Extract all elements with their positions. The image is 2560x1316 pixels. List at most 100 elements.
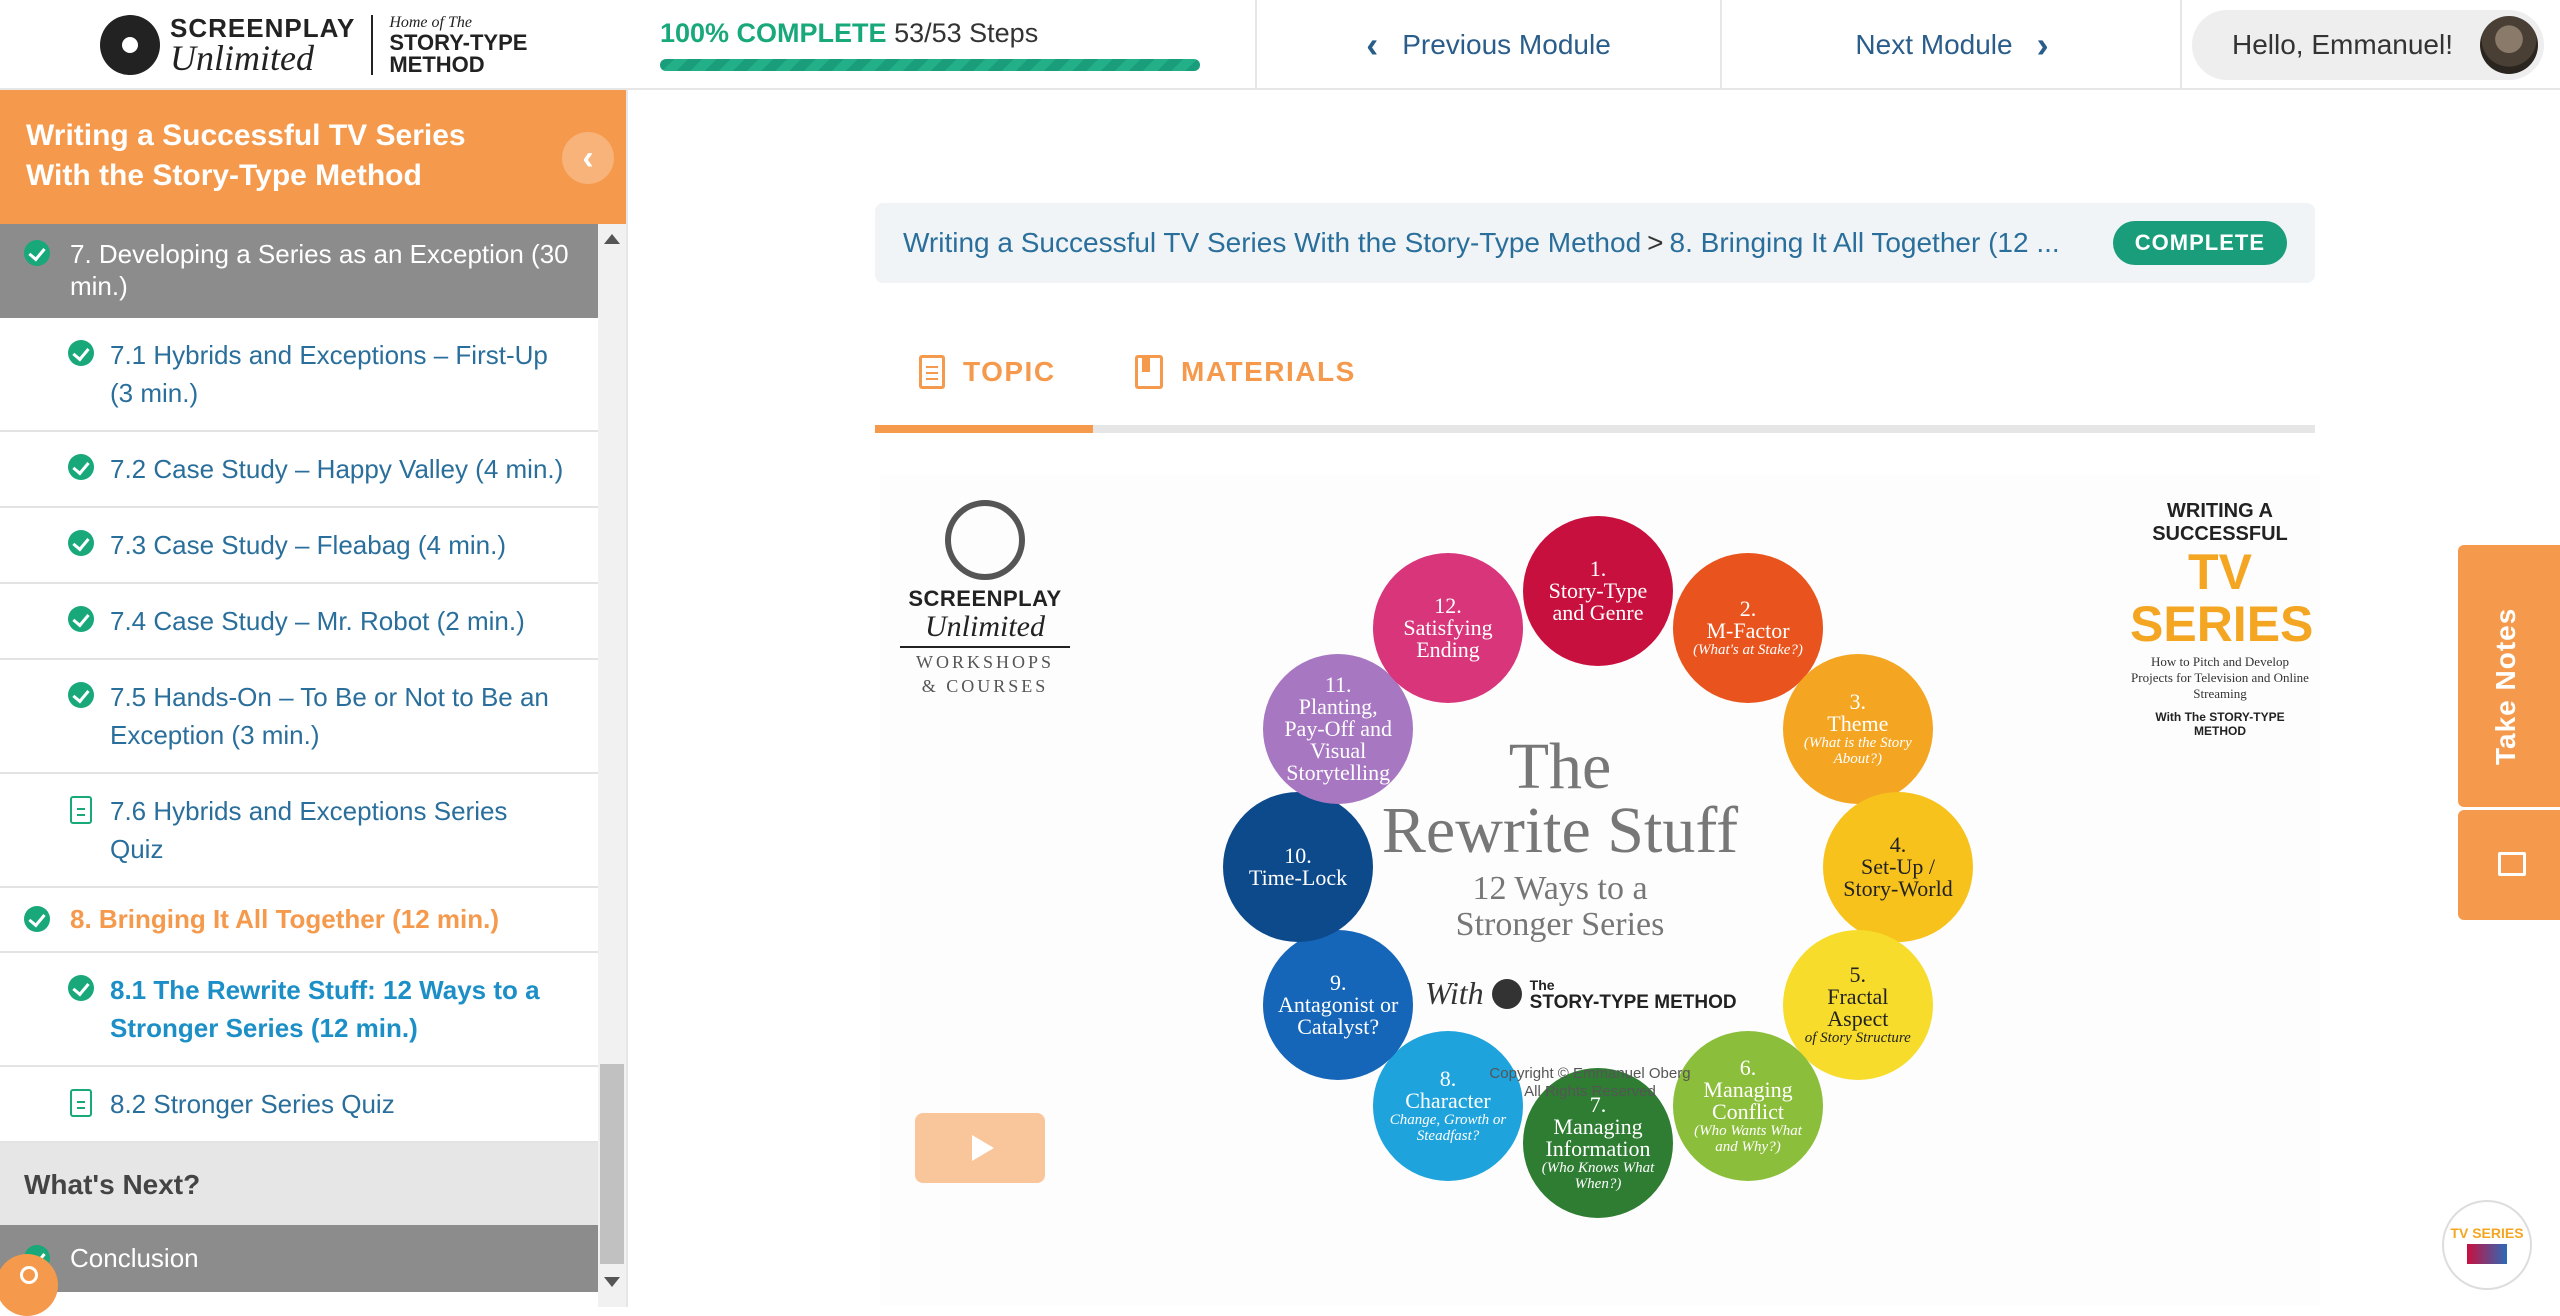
topic-label: 7.1 Hybrids and Exceptions – First-Up (3… xyxy=(110,340,548,408)
course-progress: 100% COMPLETE 53/53 Steps xyxy=(660,18,1200,71)
way-title: Managing Information xyxy=(1545,1114,1651,1161)
course-thumbnail[interactable]: TV SERIES xyxy=(2442,1200,2532,1290)
copyright-line: Copyright © Emmanuel Oberg xyxy=(1489,1065,1691,1082)
section-7-label: 7. Developing a Series as an Exception (… xyxy=(70,239,569,301)
check-icon xyxy=(68,975,94,1001)
tab-topic[interactable]: TOPIC xyxy=(919,355,1056,389)
way-circle-10: 10. Time-Lock xyxy=(1223,792,1373,942)
way-subtitle: (Who Wants What and Why?) xyxy=(1694,1123,1802,1156)
logo-text-unlimited: Unlimited xyxy=(170,38,314,78)
slide-subtitle-line: Stronger Series xyxy=(1455,906,1665,943)
next-module-button[interactable]: Next Module › xyxy=(1720,0,2182,90)
way-circle-6: 6. Managing Conflict (Who Wants What and W… xyxy=(1673,1031,1823,1182)
logo-story-type: STORY-TYPE xyxy=(389,30,528,55)
video-logo-text: SCREENPLAY xyxy=(908,586,1062,611)
video-player[interactable]: SCREENPLAY Unlimited WORKSHOPS & COURSES… xyxy=(880,475,2320,1305)
previous-module-button[interactable]: ‹ Previous Module xyxy=(1255,0,1720,90)
way-subtitle: of Story Structure xyxy=(1804,1030,1911,1046)
whats-next-heading: What's Next? xyxy=(0,1143,598,1225)
thumbnail-text: TV SERIES xyxy=(2450,1225,2524,1241)
chevron-right-icon: › xyxy=(2036,24,2049,65)
quiz-7-6[interactable]: 7.6 Hybrids and Exceptions Series Quiz xyxy=(0,774,598,888)
lesson-8-row[interactable]: 8. Bringing It All Together (12 min.) xyxy=(0,888,598,953)
breadcrumb-lesson-link[interactable]: 8. Bringing It All Together (12 ... xyxy=(1670,227,2060,259)
collapse-sidebar-button[interactable]: ‹ xyxy=(562,132,614,184)
quiz-8-2[interactable]: 8.2 Stronger Series Quiz xyxy=(0,1067,598,1143)
nav-divider xyxy=(2180,0,2182,90)
tab-active-indicator xyxy=(875,425,1093,433)
scroll-down-arrow-icon[interactable] xyxy=(604,1277,620,1287)
way-title: Time-Lock xyxy=(1248,865,1348,890)
film-reel-icon xyxy=(100,15,160,75)
way-number: 12. xyxy=(1434,592,1462,618)
play-button[interactable] xyxy=(915,1113,1045,1183)
way-subtitle: (What's at Stake?) xyxy=(1693,641,1803,658)
conclusion-row[interactable]: Conclusion xyxy=(0,1225,598,1292)
check-icon xyxy=(24,240,50,266)
with-text: With xyxy=(1425,975,1484,1011)
topic-7-3[interactable]: 7.3 Case Study – Fleabag (4 min.) xyxy=(0,508,598,584)
progress-bar xyxy=(660,59,1200,71)
check-icon xyxy=(68,340,94,366)
breadcrumb-course-link[interactable]: Writing a Successful TV Series With the … xyxy=(903,227,1641,259)
topic-7-2[interactable]: 7.2 Case Study – Happy Valley (4 min.) xyxy=(0,432,598,508)
way-title: Set-Up / Story-World xyxy=(1843,854,1953,901)
copyright-line: All Rights Reserved xyxy=(1524,1083,1656,1100)
cover-title: TV SERIES xyxy=(2130,544,2314,652)
quiz-label: 7.6 Hybrids and Exceptions Series Quiz xyxy=(110,796,508,864)
way-title: Satisfying Ending xyxy=(1403,614,1493,662)
lesson-list: 7. Developing a Series as an Exception (… xyxy=(0,224,598,1292)
scrollbar-thumb[interactable] xyxy=(600,1064,624,1264)
course-title-header[interactable]: Writing a Successful TV Series With the … xyxy=(0,90,626,224)
topic-7-1[interactable]: 7.1 Hybrids and Exceptions – First-Up (3… xyxy=(0,318,598,432)
topic-8-1[interactable]: 8.1 The Rewrite Stuff: 12 Ways to a Stro… xyxy=(0,953,598,1067)
lesson-8-label: 8. Bringing It All Together (12 min.) xyxy=(70,904,500,934)
logo-method: METHOD xyxy=(389,52,485,77)
section-7-row[interactable]: 7. Developing a Series as an Exception (… xyxy=(0,224,598,318)
film-reel-icon xyxy=(945,500,1025,580)
breadcrumb: Writing a Successful TV Series With the … xyxy=(875,203,2315,283)
user-menu[interactable]: Hello, Emmanuel! xyxy=(2192,10,2544,80)
topic-label: 7.4 Case Study – Mr. Robot (2 min.) xyxy=(110,606,525,636)
way-title: M-Factor xyxy=(1706,617,1790,643)
notes-panel-icon[interactable] xyxy=(2458,810,2560,920)
logo-divider xyxy=(371,15,374,75)
topic-7-4[interactable]: 7.4 Case Study – Mr. Robot (2 min.) xyxy=(0,584,598,660)
copyright: Copyright © Emmanuel Oberg All Rights Re… xyxy=(1440,1065,1740,1101)
take-notes-button[interactable]: Take Notes xyxy=(2458,545,2560,807)
way-circle-3: 3. Theme (What is the Story About?) xyxy=(1782,654,1933,804)
way-number: 3. xyxy=(1849,689,1867,714)
topic-7-5[interactable]: 7.5 Hands-On – To Be or Not to Be an Exc… xyxy=(0,660,598,774)
scroll-up-arrow-icon[interactable] xyxy=(604,234,620,244)
topic-label: 7.5 Hands-On – To Be or Not to Be an Exc… xyxy=(110,682,549,750)
avatar[interactable] xyxy=(2480,16,2538,74)
check-icon xyxy=(68,682,94,708)
course-sidebar: Writing a Successful TV Series With the … xyxy=(0,90,628,1307)
top-bar: SCREENPLAY Unlimited Home of The STORY-T… xyxy=(0,0,2560,90)
cover-subtitle: How to Pitch and Develop Projects for Te… xyxy=(2131,654,2309,701)
site-logo[interactable]: SCREENPLAY Unlimited Home of The STORY-T… xyxy=(100,14,527,76)
slide-title: The Rewrite Stuff 12 Ways to a Stronger … xyxy=(1360,730,1760,943)
way-subtitle: (Who Knows What When?) xyxy=(1541,1160,1655,1192)
check-icon xyxy=(24,906,50,932)
with-story-type-method: With The STORY-TYPE METHOD xyxy=(1425,975,1765,1012)
cover-stm: With The STORY-TYPE METHOD xyxy=(2155,710,2285,738)
next-module-label: Next Module xyxy=(1855,29,2013,60)
slide-title-line: The xyxy=(1508,730,1612,803)
cover-text: WRITING A SUCCESSFUL xyxy=(2152,500,2288,545)
quiz-icon xyxy=(70,1089,92,1117)
way-title: Theme xyxy=(1827,711,1889,736)
sidebar-scrollbar[interactable] xyxy=(598,224,626,1307)
bookmark-icon xyxy=(1135,355,1163,389)
topic-label: 7.2 Case Study – Happy Valley (4 min.) xyxy=(110,454,564,484)
way-title: Story-Type and Genre xyxy=(1548,578,1648,625)
conclusion-label: Conclusion xyxy=(70,1243,199,1273)
way-number: 1. xyxy=(1589,556,1607,581)
way-number: 10. xyxy=(1284,843,1312,868)
way-subtitle: (What is the Story About?) xyxy=(1803,735,1912,767)
user-greeting: Hello, Emmanuel! xyxy=(2232,29,2453,60)
way-number: 2. xyxy=(1739,595,1757,621)
tab-materials[interactable]: MATERIALS xyxy=(1135,355,1356,389)
quiz-label: 8.2 Stronger Series Quiz xyxy=(110,1089,395,1119)
quiz-icon xyxy=(70,796,92,824)
